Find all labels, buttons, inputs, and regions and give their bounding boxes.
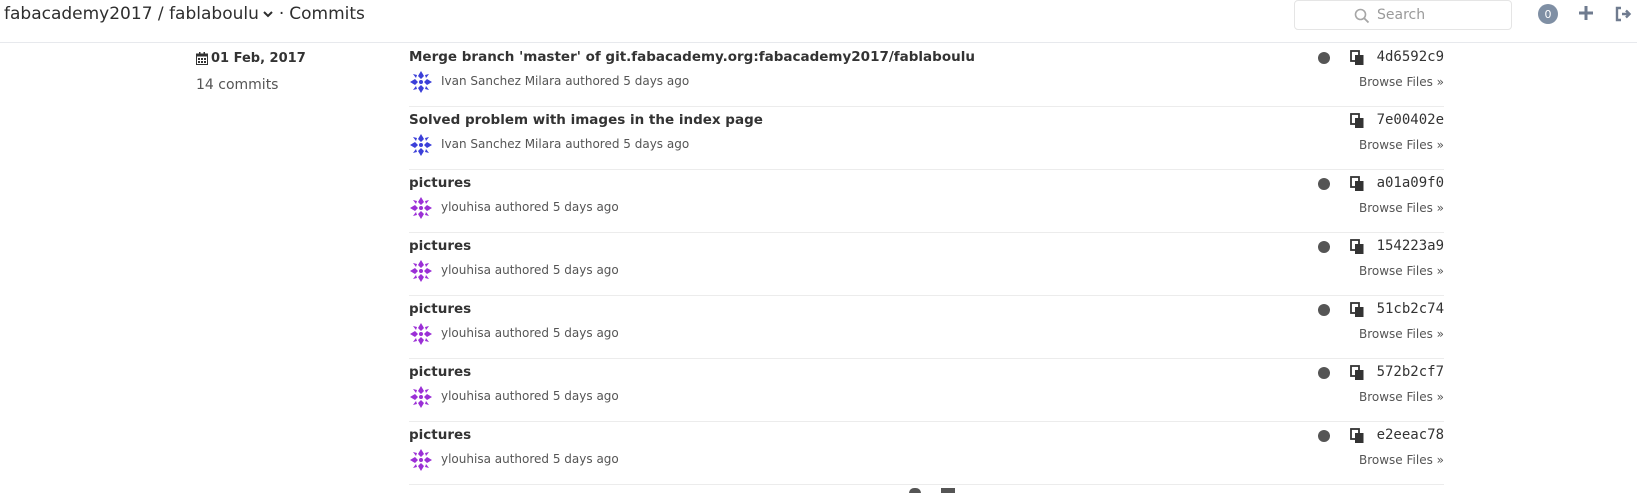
commit-row: pictures ylouhisa authored 5 days ago e2… xyxy=(409,422,1444,485)
commit-sha-link[interactable]: 154223a9 xyxy=(1377,238,1444,254)
browse-files-link[interactable]: Browse Files » xyxy=(1359,327,1444,341)
commit-row: Merge branch 'master' of git.fabacademy.… xyxy=(409,44,1444,107)
search-icon xyxy=(1354,8,1370,24)
author-avatar[interactable] xyxy=(409,322,433,346)
pipeline-status-dot[interactable] xyxy=(1318,304,1330,316)
breadcrumb-dot: · xyxy=(278,4,285,24)
commit-author-line: Ivan Sanchez Milara authored 5 days ago xyxy=(441,137,689,151)
commit-author-link[interactable]: Ivan Sanchez Milara xyxy=(441,137,561,151)
browse-files-link[interactable]: Browse Files » xyxy=(1359,453,1444,467)
commit-author-link[interactable]: ylouhisa xyxy=(441,326,491,340)
commit-day-count: 14 commits xyxy=(196,77,279,93)
chevron-down-icon[interactable] xyxy=(261,7,275,21)
copy-sha-icon[interactable] xyxy=(1350,176,1365,192)
commit-author-link[interactable]: ylouhisa xyxy=(441,452,491,466)
commit-title-link[interactable]: Merge branch 'master' of git.fabacademy.… xyxy=(409,49,975,65)
commit-author-link[interactable]: ylouhisa xyxy=(441,263,491,277)
commit-author-link[interactable]: ylouhisa xyxy=(441,389,491,403)
copy-sha-icon[interactable] xyxy=(941,488,955,493)
copy-sha-icon[interactable] xyxy=(1350,302,1365,318)
commit-row: pictures ylouhisa authored 5 days ago 57… xyxy=(409,359,1444,422)
search-input[interactable]: Search xyxy=(1294,0,1512,30)
pipeline-status-dot[interactable] xyxy=(1318,430,1330,442)
sign-out-icon[interactable] xyxy=(1614,5,1632,23)
top-navbar: fabacademy2017 / fablaboulu · Commits Se… xyxy=(0,0,1637,43)
commit-author-line: Ivan Sanchez Milara authored 5 days ago xyxy=(441,74,689,88)
breadcrumb-page-title: Commits xyxy=(289,4,365,24)
browse-files-link[interactable]: Browse Files » xyxy=(1359,390,1444,404)
author-avatar[interactable] xyxy=(409,70,433,94)
commit-row: pictures ylouhisa authored 5 days ago 15… xyxy=(409,233,1444,296)
browse-files-link[interactable]: Browse Files » xyxy=(1359,138,1444,152)
status-dot[interactable] xyxy=(909,488,921,493)
breadcrumb-project-link[interactable]: fablaboulu xyxy=(169,4,259,24)
copy-sha-icon[interactable] xyxy=(1350,113,1365,129)
commit-sha-link[interactable]: 4d6592c9 xyxy=(1377,49,1444,65)
commit-meta: authored 5 days ago xyxy=(494,452,619,466)
breadcrumb-separator: / xyxy=(157,4,164,24)
commit-meta: authored 5 days ago xyxy=(494,263,619,277)
commit-title-link[interactable]: pictures xyxy=(409,238,471,254)
commit-title-link[interactable]: pictures xyxy=(409,427,471,443)
plus-icon[interactable] xyxy=(1577,4,1595,22)
author-avatar[interactable] xyxy=(409,133,433,157)
browse-files-link[interactable]: Browse Files » xyxy=(1359,201,1444,215)
commit-author-line: ylouhisa authored 5 days ago xyxy=(441,263,619,277)
author-avatar[interactable] xyxy=(409,259,433,283)
commit-title-link[interactable]: pictures xyxy=(409,301,471,317)
pipeline-status-dot[interactable] xyxy=(1318,178,1330,190)
copy-sha-icon[interactable] xyxy=(1350,239,1365,255)
commit-author-line: ylouhisa authored 5 days ago xyxy=(441,452,619,466)
commit-title-link[interactable]: pictures xyxy=(409,175,471,191)
browse-files-link[interactable]: Browse Files » xyxy=(1359,75,1444,89)
commit-sha-link[interactable]: a01a09f0 xyxy=(1377,175,1444,191)
breadcrumb-group-link[interactable]: fabacademy2017 xyxy=(4,4,153,24)
commit-sha-link[interactable]: 572b2cf7 xyxy=(1377,364,1444,380)
todos-count-badge[interactable]: 0 xyxy=(1538,4,1558,24)
pipeline-status-dot[interactable] xyxy=(1318,52,1330,64)
commit-author-link[interactable]: ylouhisa xyxy=(441,200,491,214)
commit-list: Merge branch 'master' of git.fabacademy.… xyxy=(409,44,1444,485)
breadcrumb: fabacademy2017 / fablaboulu · Commits xyxy=(4,4,365,24)
calendar-icon xyxy=(196,52,208,65)
commit-meta: authored 5 days ago xyxy=(565,74,690,88)
commit-sha-link[interactable]: 7e00402e xyxy=(1377,112,1444,128)
commit-day-date: 01 Feb, 2017 xyxy=(211,51,306,66)
author-avatar[interactable] xyxy=(409,196,433,220)
commit-author-link[interactable]: Ivan Sanchez Milara xyxy=(441,74,561,88)
commit-title-link[interactable]: pictures xyxy=(409,364,471,380)
author-avatar[interactable] xyxy=(409,385,433,409)
commit-meta: authored 5 days ago xyxy=(494,200,619,214)
author-avatar[interactable] xyxy=(409,448,433,472)
commit-meta: authored 5 days ago xyxy=(565,137,690,151)
commit-row: pictures ylouhisa authored 5 days ago 51… xyxy=(409,296,1444,359)
copy-sha-icon[interactable] xyxy=(1350,50,1365,66)
commit-meta: authored 5 days ago xyxy=(494,389,619,403)
commit-day-header: 01 Feb, 2017 xyxy=(196,51,306,66)
commit-author-line: ylouhisa authored 5 days ago xyxy=(441,326,619,340)
commit-row: Solved problem with images in the index … xyxy=(409,107,1444,170)
commit-sha-link[interactable]: 51cb2c74 xyxy=(1377,301,1444,317)
pipeline-status-dot[interactable] xyxy=(1318,241,1330,253)
commit-author-line: ylouhisa authored 5 days ago xyxy=(441,200,619,214)
browse-files-link[interactable]: Browse Files » xyxy=(1359,264,1444,278)
pipeline-status-dot[interactable] xyxy=(1318,367,1330,379)
commit-meta: authored 5 days ago xyxy=(494,326,619,340)
copy-sha-icon[interactable] xyxy=(1350,428,1365,444)
search-placeholder: Search xyxy=(1377,7,1426,23)
copy-sha-icon[interactable] xyxy=(1350,365,1365,381)
commit-sha-link[interactable]: e2eeac78 xyxy=(1377,427,1444,443)
commit-row: pictures ylouhisa authored 5 days ago a0… xyxy=(409,170,1444,233)
commit-title-link[interactable]: Solved problem with images in the index … xyxy=(409,112,763,128)
commit-author-line: ylouhisa authored 5 days ago xyxy=(441,389,619,403)
